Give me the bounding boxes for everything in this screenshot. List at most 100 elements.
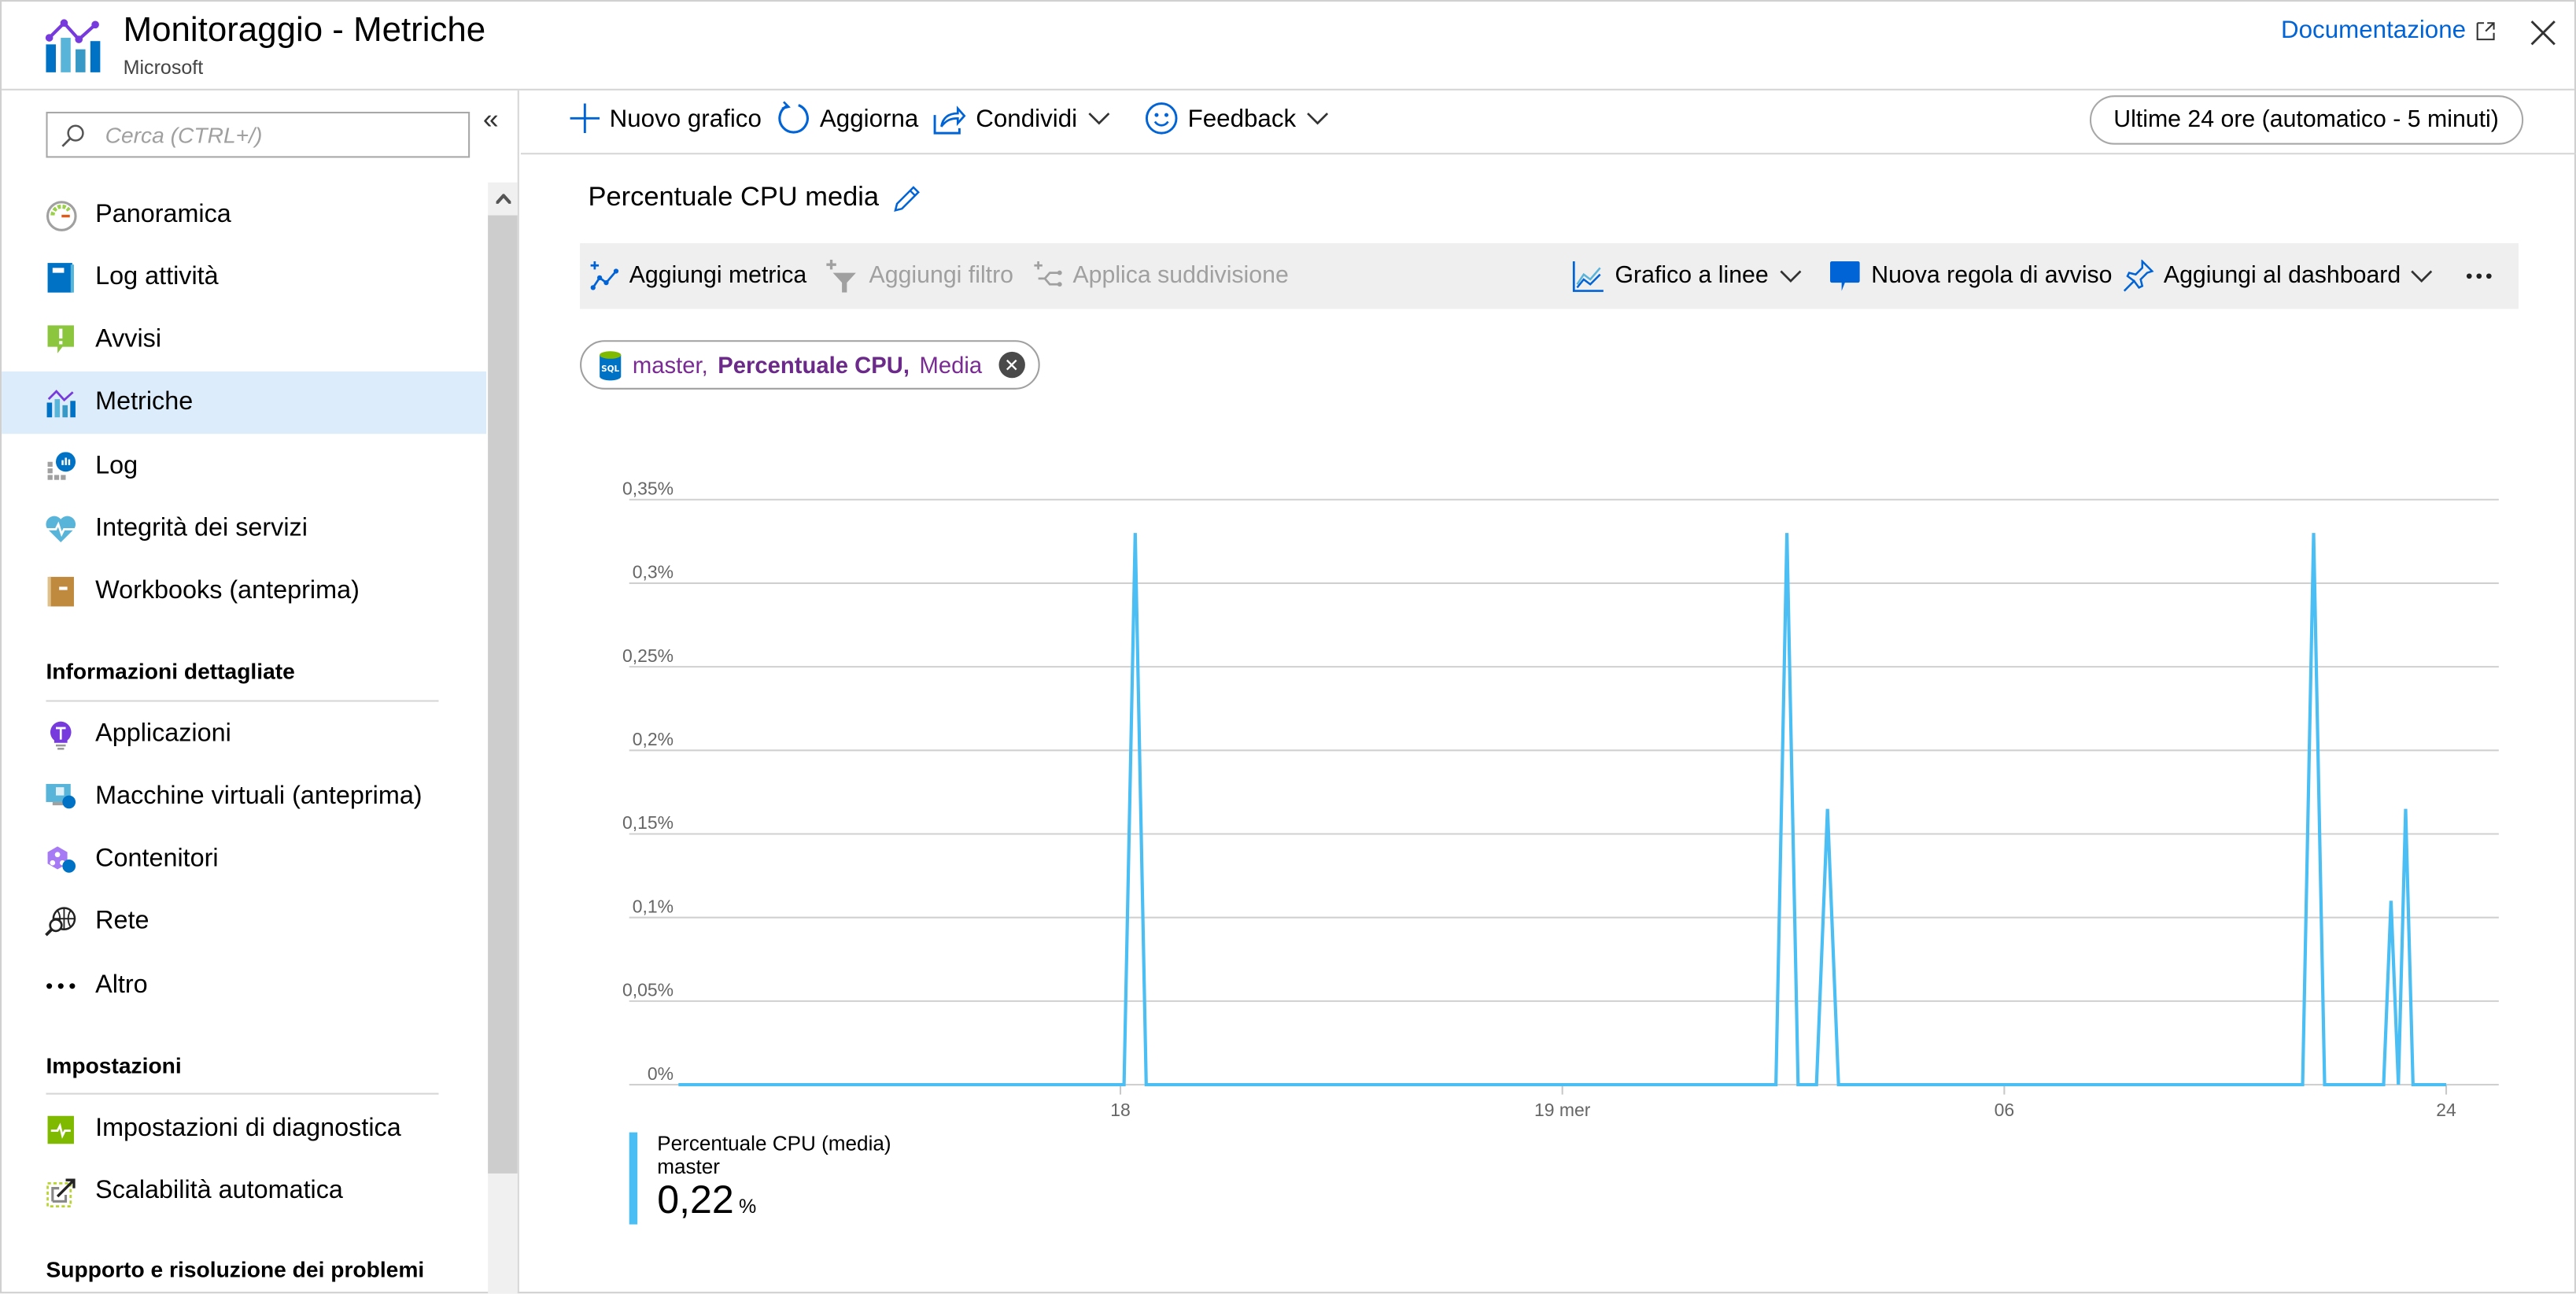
feedback-button[interactable]: Feedback [1145, 91, 1329, 146]
sidebar-item-label: Rete [95, 907, 149, 936]
collapse-sidebar-button[interactable]: « [483, 104, 499, 137]
sidebar-item-impostazioni-diagnostica[interactable]: Impostazioni di diagnostica [2, 1098, 486, 1160]
sidebar-item-contenitori[interactable]: Contenitori [2, 828, 486, 890]
remove-metric-icon[interactable]: ✕ [998, 351, 1025, 379]
sidebar-item-workbooks[interactable]: Workbooks (anteprima) [2, 560, 486, 623]
add-filter-button[interactable]: Aggiungi filtro [826, 243, 1013, 309]
chart-legend[interactable]: Percentuale CPU (media) master 0,22% [629, 1132, 891, 1225]
refresh-icon [778, 101, 809, 134]
sidebar-item-panoramica[interactable]: Panoramica [2, 184, 486, 246]
sidebar-item-metriche[interactable]: Metriche [2, 371, 487, 434]
y-axis-ticks: 0% 0,05% 0,1% 0,15% 0,2% 0,25% 0,3% 0,35% [622, 478, 674, 1083]
documentation-link[interactable]: Documentazione [2281, 17, 2496, 44]
sidebar-item-label: Contenitori [95, 845, 219, 873]
chip-aggregation: Media [919, 351, 983, 379]
more-options-button[interactable] [2466, 243, 2492, 309]
share-button[interactable]: Condividi [933, 91, 1110, 146]
chart-type-dropdown[interactable]: Grafico a linee [1572, 243, 1801, 309]
y-tick-label: 0,25% [622, 645, 674, 666]
add-metric-label: Aggiungi metrica [629, 263, 807, 290]
apply-splitting-icon [1034, 261, 1062, 287]
sidebar-item-log-attivita[interactable]: Log attività [2, 246, 486, 309]
vm-monitor-icon [44, 781, 77, 814]
ellipsis-icon [44, 970, 77, 1003]
metric-chip[interactable]: SQL master, Percentuale CPU, Media ✕ [580, 340, 1040, 390]
legend-resource-name: master [657, 1155, 720, 1179]
pencil-edit-icon[interactable] [892, 183, 922, 213]
y-tick-label: 0% [648, 1063, 674, 1084]
section-divider [46, 700, 439, 702]
x-tick-label: 19 mer [1534, 1100, 1591, 1120]
sidebar-item-label: Altro [95, 971, 148, 1000]
y-tick-label: 0,3% [633, 562, 674, 582]
new-alert-rule-button[interactable]: Nuova regola di avviso [1829, 243, 2113, 309]
page-subtitle: Microsoft [123, 55, 204, 79]
add-metric-button[interactable]: Aggiungi metrica [590, 243, 807, 309]
containers-icon [44, 843, 77, 876]
chart-toolbar: Aggiungi metrica Aggiungi filtro Applica… [580, 243, 2519, 309]
alert-icon [44, 324, 77, 357]
chip-resource: master, [632, 351, 708, 379]
sidebar-item-scalabilita-automatica[interactable]: Scalabilità automatica [2, 1160, 486, 1222]
share-icon [933, 105, 966, 134]
sidebar-item-applicazioni[interactable]: Applicazioni [2, 704, 486, 766]
x-tick-label: 06 [1995, 1100, 2015, 1120]
autoscale-icon [44, 1175, 77, 1208]
sidebar-item-label: Macchine virtuali (anteprima) [95, 782, 423, 811]
ellipsis-icon [2466, 273, 2492, 279]
activity-log-book-icon [44, 261, 77, 294]
apply-splitting-button[interactable]: Applica suddivisione [1033, 243, 1289, 309]
sidebar-item-macchine-virtuali[interactable]: Macchine virtuali (anteprima) [2, 766, 486, 828]
sidebar-item-rete[interactable]: Rete [2, 891, 486, 953]
chevron-up-icon [496, 193, 511, 203]
x-axis-ticks: 18 19 mer 06 24 [1110, 1085, 2456, 1120]
sidebar: « Panoramica Log attività Avvisi Metrich… [2, 90, 519, 1294]
section-heading-settings: Impostazioni [46, 1053, 182, 1078]
sidebar-item-avvisi[interactable]: Avvisi [2, 309, 486, 372]
scrollbar-thumb[interactable] [488, 215, 518, 1174]
line-chart-icon [1572, 261, 1604, 292]
metrics-chart-icon [44, 386, 77, 420]
scroll-up-button[interactable] [488, 183, 518, 214]
add-metric-icon [590, 261, 619, 290]
main-content: Nuovo grafico Aggiorna Condividi Feedbac… [520, 91, 2576, 1293]
sidebar-item-log[interactable]: Log [2, 435, 486, 497]
sql-database-icon: SQL [600, 350, 622, 380]
new-chart-button[interactable]: Nuovo grafico [570, 91, 762, 146]
command-bar: Nuovo grafico Aggiorna Condividi Feedbac… [520, 91, 2576, 155]
close-icon[interactable] [2525, 15, 2561, 51]
external-link-icon [2476, 21, 2495, 40]
refresh-button[interactable]: Aggiorna [777, 91, 919, 146]
chart-title-text: Percentuale CPU media [588, 182, 880, 213]
y-tick-label: 0,05% [622, 980, 674, 1000]
heart-pulse-icon [44, 512, 77, 545]
sidebar-item-altro[interactable]: Altro [2, 955, 486, 1017]
add-filter-icon [826, 259, 856, 293]
y-tick-label: 0,2% [633, 729, 674, 749]
section-heading-insights: Informazioni dettagliate [46, 659, 295, 684]
pin-to-dashboard-dropdown[interactable]: Aggiungi al dashboard [2121, 243, 2434, 309]
x-tick-label: 24 [2436, 1100, 2456, 1120]
sidebar-item-label: Workbooks (anteprima) [95, 576, 360, 605]
search-field[interactable] [46, 111, 471, 158]
sidebar-item-label: Panoramica [95, 200, 231, 229]
section-heading-support: Supporto e risoluzione dei problemi [46, 1257, 425, 1282]
time-range-picker[interactable]: Ultime 24 ore (automatico - 5 minuti) [2088, 95, 2524, 145]
add-filter-label: Aggiungi filtro [869, 263, 1014, 290]
series-line-cpu-percentage[interactable] [678, 533, 2447, 1087]
sidebar-item-integrita-servizi[interactable]: Integrità dei servizi [2, 498, 486, 560]
alert-bubble-icon [1830, 261, 1860, 291]
logs-icon [44, 450, 77, 483]
search-input[interactable] [101, 120, 437, 149]
chart-series [678, 533, 2447, 1087]
chart-gridlines [629, 498, 2499, 1086]
legend-summary: 0,22% [657, 1178, 891, 1224]
sql-icon-text: SQL [601, 364, 619, 373]
pin-to-dashboard-label: Aggiungi al dashboard [2163, 263, 2401, 290]
sidebar-item-label: Impostazioni di diagnostica [95, 1114, 401, 1143]
gauge-icon [44, 199, 77, 232]
chevron-down-icon [2411, 270, 2433, 283]
sidebar-item-label: Integrità dei servizi [95, 514, 308, 543]
apply-splitting-label: Applica suddivisione [1072, 263, 1289, 290]
refresh-label: Aggiorna [819, 104, 919, 133]
